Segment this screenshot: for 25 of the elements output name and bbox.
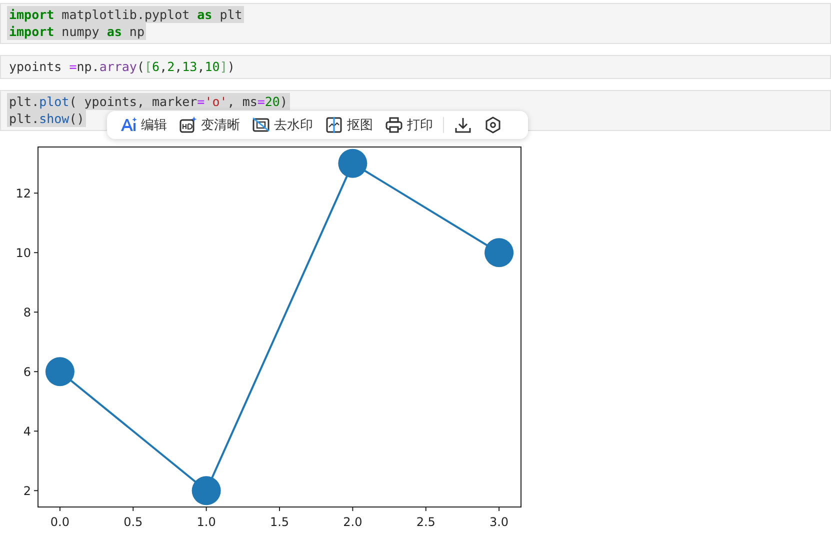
y-tick-label: 4 <box>23 424 31 439</box>
y-tick-label: 2 <box>23 484 31 498</box>
y-tick-label: 10 <box>16 246 31 260</box>
printer-icon <box>385 116 403 134</box>
x-tick-label: 2.5 <box>416 515 436 529</box>
code-line: ypoints =np.array([6,2,13,10]) <box>8 58 236 75</box>
hd-icon <box>179 116 197 134</box>
y-tick-label: 6 <box>23 365 31 380</box>
x-tick-label: 1.5 <box>270 515 290 529</box>
x-tick-label: 3.0 <box>490 515 509 529</box>
crossed-frame-icon <box>252 116 270 134</box>
x-tick-label: 0.5 <box>124 515 143 529</box>
data-marker <box>338 148 368 178</box>
y-tick-label: 8 <box>23 306 31 320</box>
x-tick-label: 1.0 <box>196 515 216 529</box>
x-tick-label: 0.0 <box>50 515 70 529</box>
code-cell[interactable]: import matplotlib.pyplot as plt import numpy as np <box>0 3 831 44</box>
code-cell[interactable]: ypoints =np.array([6,2,13,10]) <box>0 55 831 79</box>
data-marker <box>45 357 74 386</box>
data-marker <box>192 476 221 506</box>
data-marker <box>484 238 514 268</box>
y-tick-label: 12 <box>16 186 31 201</box>
x-tick-label: 2.0 <box>343 515 362 529</box>
image-split-icon <box>325 116 343 134</box>
ai-icon <box>119 116 137 134</box>
